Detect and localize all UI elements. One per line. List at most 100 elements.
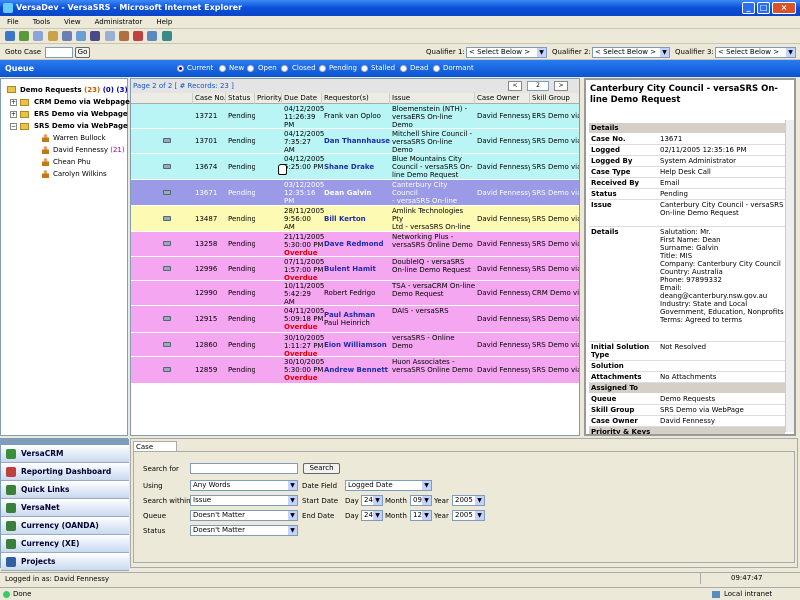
message-icon[interactable] [163,342,171,347]
tree-crm-demo[interactable]: CRM Demo via Webpage [34,98,130,106]
message-icon[interactable] [163,241,171,246]
search-within-select[interactable]: Issue ▼ [190,495,298,506]
nav-item[interactable]: Reporting Dashboard [1,463,129,481]
nav-item[interactable]: Currency (XE) [1,535,129,553]
table-row[interactable]: 12996 Pending 2 07/11/20051:57:00 PMOverdu… [131,257,579,282]
menu-tools[interactable]: Tools [26,16,57,28]
table-row[interactable]: 12859 Pending 3 30/10/20055:30:00 PMOverdu… [131,357,579,384]
collapse-icon[interactable]: − [10,123,17,130]
nav-item[interactable]: Projects [1,553,129,571]
save-icon[interactable] [90,31,101,41]
edit-icon[interactable] [104,31,115,41]
requestor-cell[interactable]: Dean Galvin [324,189,390,197]
table-row[interactable]: 13671 Pending 1 03/12/200512:35:16PMDean G… [131,180,579,221]
requestor-cell[interactable]: Dan Thannhauser [324,137,390,145]
new-icon[interactable] [5,31,15,41]
requestor-cell[interactable]: Eion Williamson [324,341,390,349]
radio-dormant[interactable] [433,65,440,72]
requestor-cell[interactable]: Andrew Bennett [324,366,390,374]
message-icon[interactable] [163,266,171,271]
radio-current[interactable] [177,65,184,72]
requestor-cell[interactable]: Frank van Oploo [324,112,390,120]
message-icon[interactable] [163,216,171,221]
goto-case-input[interactable] [45,47,73,58]
table-row[interactable]: 13487 Pending 2 28/11/20059:56:00 AMBill K… [131,206,579,239]
expand-icon[interactable]: + [10,111,17,118]
window-titlebar[interactable]: VersaDev - VersaSRS - Microsoft Internet… [0,0,800,16]
table-row[interactable]: 13674 Pending 2 04/12/20055:25:00 PMShane … [131,154,579,180]
status-select[interactable]: Doesn't Matter ▼ [190,525,298,536]
tree-person-david[interactable]: David Fennessy (21) [53,146,125,154]
menu-administrator[interactable]: Administrator [88,16,150,28]
table-row[interactable]: 13701 Pending 1 04/12/20057:35:27 AMDan Th… [131,129,579,162]
end-day-select[interactable]: 24 ▼ [361,510,383,521]
refresh-icon[interactable] [19,31,30,41]
requestor-cell[interactable]: Robert Fedrigo [324,289,390,297]
col-case-no[interactable]: Case No. [193,93,226,104]
menu-help[interactable]: Help [149,16,179,28]
requestor-cell[interactable]: Paul Ashman Paul Heinrich [324,311,390,327]
start-day-select[interactable]: 24 ▼ [361,495,383,506]
radio-open[interactable] [247,65,254,72]
issue-cell[interactable]: TSA - versaCRM On-line Demo Request [392,282,475,298]
maximize-button[interactable]: □ [757,2,770,14]
table-row[interactable]: 12915 Pending 4 04/11/20055:09:18 PMOverdu… [131,306,579,333]
tree-person-warren[interactable]: Warren Bullock [53,134,106,142]
qualifier-1-select[interactable]: < Select Below > ▼ [466,47,547,58]
radio-stalled[interactable] [361,65,368,72]
end-year-select[interactable]: 2005 ▼ [452,510,485,521]
issue-cell[interactable]: Blue Mountains City Council - versaSRS On… [392,155,475,179]
table-row[interactable]: 13258 Pending 3 21/11/20055:30:00 PMOverdu… [131,232,579,257]
users-icon[interactable] [133,31,144,41]
col-issue[interactable]: Issue [390,93,475,104]
col-requestor[interactable]: Requestor(s) [322,93,390,104]
binoculars-icon[interactable] [161,31,172,41]
requestor-cell[interactable]: Shane Drake [324,163,390,171]
col-skill-group[interactable]: Skill Group [530,93,579,104]
close-button[interactable]: × [772,2,796,14]
tree-ers-demo[interactable]: ERS Demo via Webpage [34,110,128,118]
col-priority[interactable]: Priority [255,93,282,104]
page-input[interactable]: 2 [527,81,549,91]
start-year-select[interactable]: 2005 ▼ [452,495,485,506]
col-due-date[interactable]: Due Date [282,93,322,104]
message-icon[interactable] [163,367,171,372]
tree-person-carolyn[interactable]: Carolyn Wilkins [53,170,107,178]
search-input[interactable] [190,463,298,474]
col-status[interactable]: Status [226,93,255,104]
col-case-owner[interactable]: Case Owner [475,93,530,104]
goto-button[interactable]: Go [75,47,90,58]
minimize-button[interactable]: _ [742,2,755,14]
issue-cell[interactable]: Networking Plus - versaSRS Online Demo [392,233,475,249]
issue-cell[interactable]: DoubleIQ - versaSRS On-line Demo Request [392,258,475,274]
chart-icon[interactable] [147,31,158,41]
open-icon[interactable] [47,31,58,41]
message-icon[interactable] [163,316,171,321]
tree-root-demo-requests[interactable]: Demo Requests (23) (0) (3) [20,86,128,94]
tree-person-chean[interactable]: Chean Phu [53,158,91,166]
message-icon[interactable] [163,164,171,169]
report-icon[interactable] [61,31,72,41]
table-row[interactable]: 13721 Pending 1 04/12/200511:26:39PMFrank … [131,104,579,137]
requestor-cell[interactable]: Dave Redmond [324,240,390,248]
start-month-select[interactable]: 09 ▼ [410,495,432,506]
nav-item[interactable]: Quick Links [1,481,129,499]
message-icon[interactable] [163,138,171,143]
search-button[interactable]: Search [303,463,340,474]
tree-srs-demo[interactable]: SRS Demo via WebPage [34,122,128,130]
tools-icon[interactable] [118,31,129,41]
expand-icon[interactable]: + [10,99,17,106]
message-icon[interactable] [163,190,171,195]
queue-select[interactable]: Doesn't Matter ▼ [190,510,298,521]
requestor-cell[interactable]: Bulent Hamit [324,265,390,273]
radio-closed[interactable] [281,65,288,72]
issue-cell[interactable]: DAIS - versaSRS [392,307,475,315]
radio-pending[interactable] [319,65,326,72]
next-page-button[interactable]: > [554,81,568,91]
qualifier-2-select[interactable]: < Select Below > ▼ [592,47,670,58]
table-row[interactable]: 12860 Pending 4 30/10/20051:11:27 PMOverdu… [131,333,579,358]
using-select[interactable]: Any Words ▼ [190,480,298,491]
date-field-select[interactable]: Logged Date ▼ [345,480,432,491]
detail-scrollbar[interactable] [785,120,794,432]
print-icon[interactable] [33,31,44,41]
